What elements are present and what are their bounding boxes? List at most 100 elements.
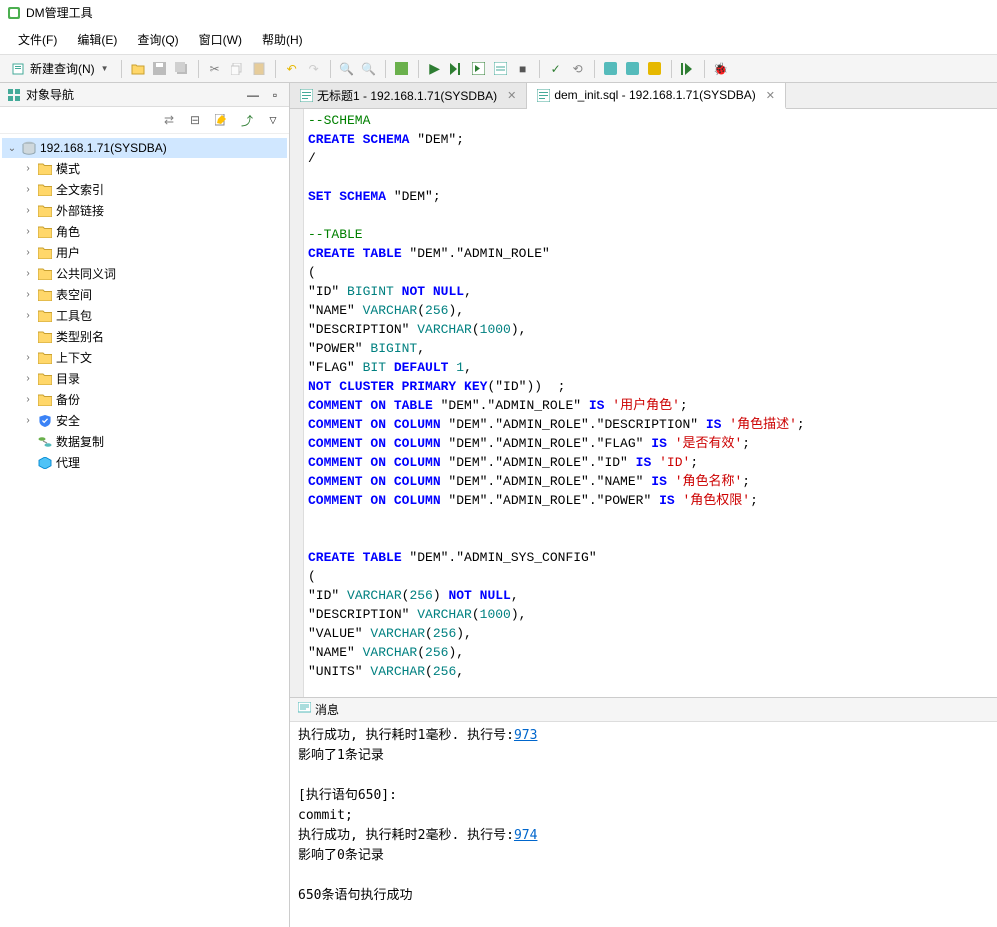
run-to-icon[interactable] — [678, 59, 698, 79]
link-icon[interactable]: ⇄ — [159, 110, 179, 130]
folder-icon — [37, 392, 53, 408]
sql-file-icon — [537, 89, 550, 102]
sidebar-title: 对象导航 — [26, 86, 245, 103]
save-all-icon[interactable] — [172, 59, 192, 79]
run-step-icon[interactable] — [447, 59, 467, 79]
nav-icon — [6, 87, 22, 103]
undo-icon[interactable]: ↶ — [282, 59, 302, 79]
tree-node[interactable]: ›模式 — [2, 158, 287, 179]
app-icon — [6, 5, 22, 21]
save-icon[interactable] — [150, 59, 170, 79]
sidebar: 对象导航 — ▫ ⇄ ⊟ ⤴ ▽ ⌄ 192.168.1.71(SYSDBA) … — [0, 83, 290, 927]
tool3-icon[interactable] — [645, 59, 665, 79]
object-tree[interactable]: ⌄ 192.168.1.71(SYSDBA) ›模式›全文索引›外部链接›角色›… — [0, 134, 289, 927]
editor-tabs: 无标题1 - 192.168.1.71(SYSDBA)✕dem_init.sql… — [290, 83, 997, 109]
tree-node-label: 数据复制 — [56, 433, 104, 450]
editor-tab[interactable]: 无标题1 - 192.168.1.71(SYSDBA)✕ — [290, 83, 527, 108]
tool2-icon[interactable] — [623, 59, 643, 79]
tree-node[interactable]: ›公共同义词 — [2, 263, 287, 284]
menu-window[interactable]: 窗口(W) — [189, 27, 252, 52]
tree-node-label: 角色 — [56, 223, 80, 240]
menubar: 文件(F) 编辑(E) 查询(Q) 窗口(W) 帮助(H) — [0, 25, 997, 55]
tree-node[interactable]: 代理 — [2, 452, 287, 473]
tree-node[interactable]: ›安全 — [2, 410, 287, 431]
sidebar-toolbar: ⇄ ⊟ ⤴ ▽ — [0, 107, 289, 134]
tree-node-label: 目录 — [56, 370, 80, 387]
database-icon — [21, 140, 37, 156]
tree-node[interactable]: ›目录 — [2, 368, 287, 389]
object-icon[interactable] — [392, 59, 412, 79]
message-icon — [298, 702, 311, 717]
tree-node-label: 工具包 — [56, 307, 92, 324]
tree-node-label: 代理 — [56, 454, 80, 471]
explain-icon[interactable] — [491, 59, 511, 79]
tree-connection[interactable]: ⌄ 192.168.1.71(SYSDBA) — [2, 138, 287, 158]
tool1-icon[interactable] — [601, 59, 621, 79]
main-toolbar: 新建查询(N) ▼ ✂ ↶ ↷ 🔍 🔍 ▶ ■ ✓ ⟲ 🐞 — [0, 55, 997, 83]
run-script-icon[interactable] — [469, 59, 489, 79]
tree-node-label: 公共同义词 — [56, 265, 116, 282]
folder-icon — [37, 266, 53, 282]
folder-icon — [37, 287, 53, 303]
commit-icon[interactable]: ✓ — [546, 59, 566, 79]
copy-icon[interactable] — [227, 59, 247, 79]
tree-node-label: 外部链接 — [56, 202, 104, 219]
run-icon[interactable]: ▶ — [425, 59, 445, 79]
folder-icon — [37, 161, 53, 177]
agent-icon — [37, 455, 53, 471]
exec-link-2[interactable]: 974 — [514, 828, 537, 843]
tree-node[interactable]: 类型别名 — [2, 326, 287, 347]
sql-file-icon — [300, 89, 313, 102]
sidebar-header: 对象导航 — ▫ — [0, 83, 289, 107]
tree-node-label: 用户 — [56, 244, 80, 261]
tree-node[interactable]: ›表空间 — [2, 284, 287, 305]
tree-node-label: 全文索引 — [56, 181, 104, 198]
maximize-icon[interactable]: ▫ — [267, 87, 283, 103]
tree-node[interactable]: ›备份 — [2, 389, 287, 410]
tree-node[interactable]: ›外部链接 — [2, 200, 287, 221]
folder-icon — [37, 329, 53, 345]
editor-tab[interactable]: dem_init.sql - 192.168.1.71(SYSDBA)✕ — [527, 83, 786, 109]
close-icon[interactable]: ✕ — [507, 89, 516, 102]
sql-editor[interactable]: --SCHEMA CREATE SCHEMA "DEM"; / SET SCHE… — [290, 109, 997, 697]
replication-icon — [37, 434, 53, 450]
folder-icon — [37, 308, 53, 324]
folder-icon — [37, 371, 53, 387]
folder-icon — [37, 203, 53, 219]
redo-icon[interactable]: ↷ — [304, 59, 324, 79]
collapse-icon[interactable]: ⊟ — [185, 110, 205, 130]
shield-icon — [37, 413, 53, 429]
expand-icon[interactable]: ⤴ — [237, 110, 257, 130]
tree-node[interactable]: ›上下文 — [2, 347, 287, 368]
folder-icon — [37, 350, 53, 366]
editor-gutter — [290, 109, 304, 697]
rollback-icon[interactable]: ⟲ — [568, 59, 588, 79]
zoom-in-icon[interactable]: 🔍 — [337, 59, 357, 79]
message-body[interactable]: 执行成功, 执行耗时1毫秒. 执行号:973 影响了1条记录 [执行语句650]… — [290, 722, 997, 927]
tree-node-label: 模式 — [56, 160, 80, 177]
open-icon[interactable] — [128, 59, 148, 79]
menu-icon[interactable]: ▽ — [263, 110, 283, 130]
close-icon[interactable]: ✕ — [766, 89, 775, 102]
exec-link-1[interactable]: 973 — [514, 728, 537, 743]
menu-edit[interactable]: 编辑(E) — [67, 27, 127, 52]
tree-node[interactable]: ›用户 — [2, 242, 287, 263]
zoom-out-icon[interactable]: 🔍 — [359, 59, 379, 79]
new-query-button[interactable]: 新建查询(N) ▼ — [6, 58, 115, 79]
minimize-icon[interactable]: — — [245, 87, 261, 103]
paste-icon[interactable] — [249, 59, 269, 79]
stop-icon[interactable]: ■ — [513, 59, 533, 79]
titlebar: DM管理工具 — [0, 0, 997, 25]
menu-file[interactable]: 文件(F) — [8, 27, 67, 52]
menu-query[interactable]: 查询(Q) — [127, 27, 188, 52]
tree-node[interactable]: 数据复制 — [2, 431, 287, 452]
tree-node[interactable]: ›角色 — [2, 221, 287, 242]
edit-icon[interactable] — [211, 110, 231, 130]
debug-icon[interactable]: 🐞 — [711, 59, 731, 79]
tree-node-label: 备份 — [56, 391, 80, 408]
tree-node[interactable]: ›工具包 — [2, 305, 287, 326]
message-header: 消息 — [290, 698, 997, 722]
cut-icon[interactable]: ✂ — [205, 59, 225, 79]
tree-node[interactable]: ›全文索引 — [2, 179, 287, 200]
menu-help[interactable]: 帮助(H) — [252, 27, 313, 52]
